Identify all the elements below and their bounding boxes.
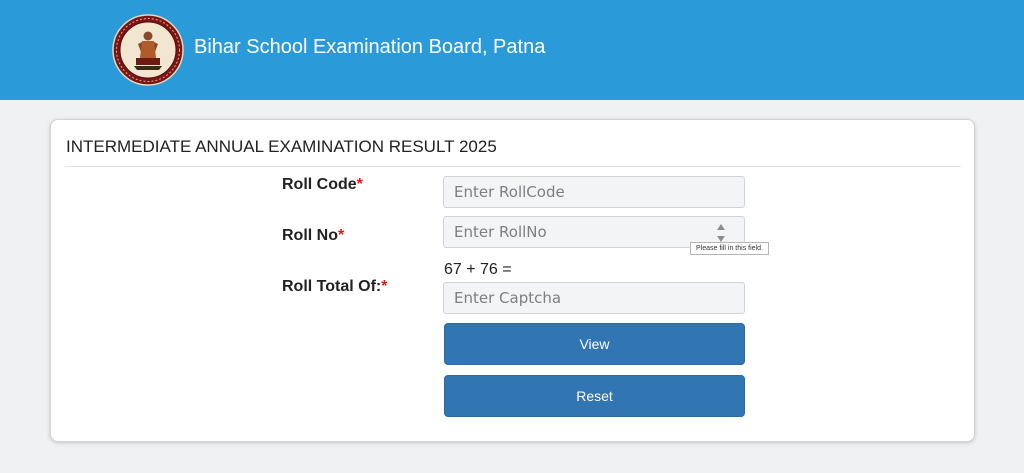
captcha-label-text: Roll Total Of: <box>282 278 382 295</box>
roll-code-label: Roll Code* <box>282 176 363 194</box>
required-mark: * <box>381 278 388 295</box>
title-divider <box>65 166 961 167</box>
view-button[interactable]: View <box>444 323 745 365</box>
bseb-emblem-icon <box>112 14 184 86</box>
captcha-input[interactable] <box>443 282 745 314</box>
captcha-question: 67 + 76 = <box>444 261 512 278</box>
roll-no-label-text: Roll No <box>282 227 338 244</box>
form-title: INTERMEDIATE ANNUAL EXAMINATION RESULT 2… <box>66 137 497 156</box>
validation-tooltip: Please fill in this field. <box>690 242 769 255</box>
roll-no-label: Roll No* <box>282 227 344 245</box>
roll-code-input[interactable] <box>443 176 745 208</box>
captcha-label: Roll Total Of:* <box>282 278 387 296</box>
roll-code-label-text: Roll Code <box>282 176 357 193</box>
site-header: Bihar School Examination Board, Patna <box>0 0 1024 100</box>
result-form-card: INTERMEDIATE ANNUAL EXAMINATION RESULT 2… <box>50 119 975 442</box>
required-mark: * <box>356 176 363 193</box>
reset-button[interactable]: Reset <box>444 375 745 417</box>
required-mark: * <box>338 227 345 244</box>
site-title: Bihar School Examination Board, Patna <box>194 36 546 58</box>
